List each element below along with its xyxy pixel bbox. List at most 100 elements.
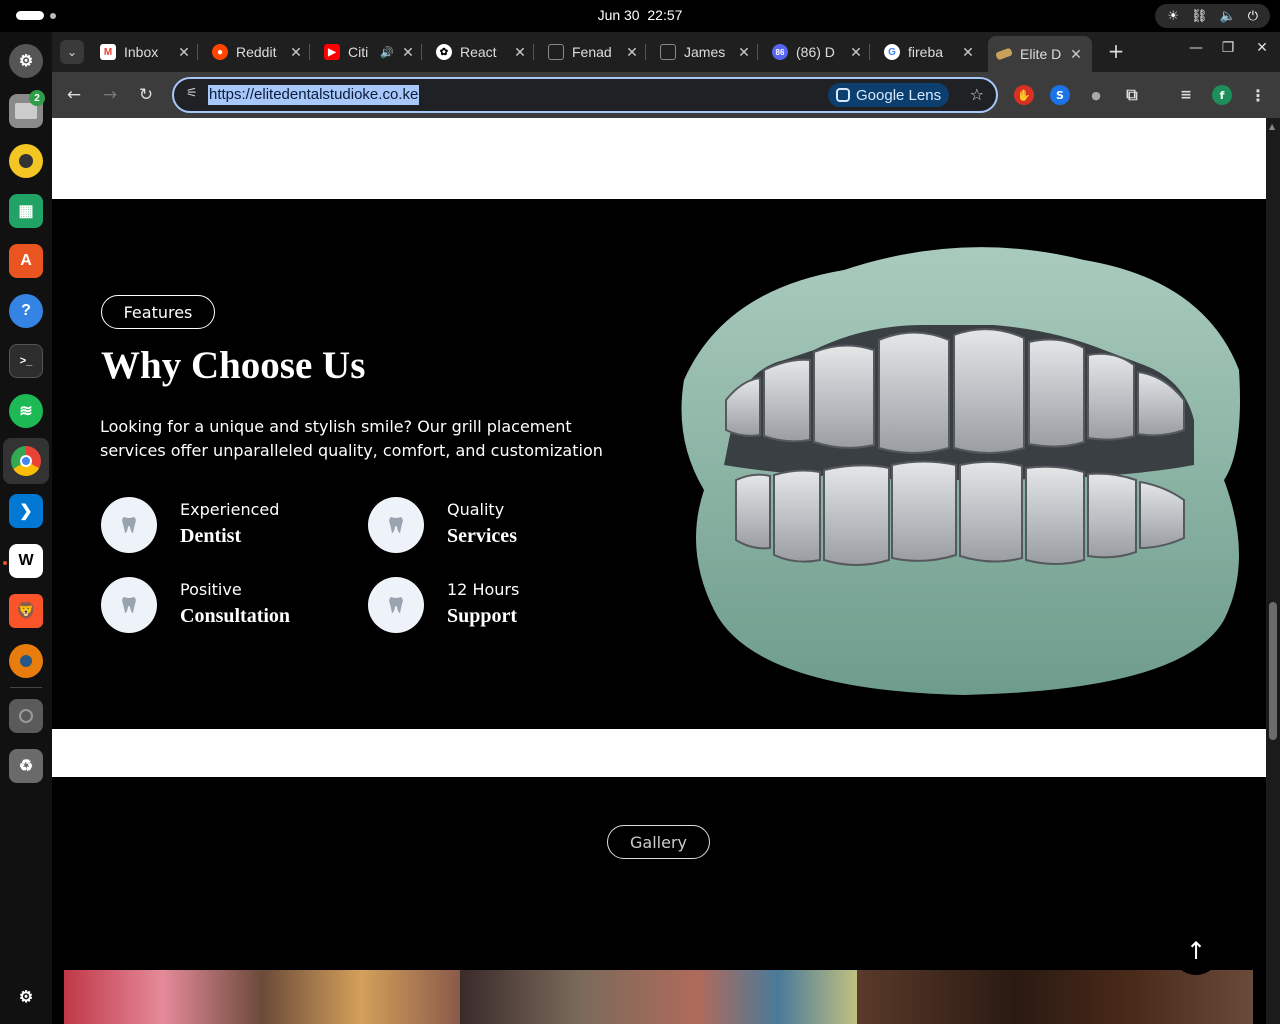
feature-item: 12 Hours Support <box>368 577 618 633</box>
feature-big-text: Dentist <box>180 525 242 547</box>
new-tab-button[interactable]: + <box>1104 40 1128 64</box>
tab-title: Reddit <box>236 44 277 60</box>
rhythmbox-app-icon[interactable] <box>9 144 43 178</box>
tab-reddit[interactable]: ● Reddit ✕ <box>212 36 310 68</box>
files-badge: 2 <box>29 90 45 106</box>
tab-strip: ⌄ M Inbox ✕ ● Reddit ✕ ▶ Citi 🔊 ✕ ✿ Reac… <box>52 32 1280 72</box>
network-icon: ⛓ <box>1191 8 1208 24</box>
google-lens-button[interactable]: Google Lens <box>828 83 950 107</box>
profile-avatar[interactable]: f <box>1212 85 1232 105</box>
tab-search-button[interactable]: ⌄ <box>60 40 84 64</box>
app-center-icon[interactable]: A <box>9 244 43 278</box>
webstorm-app-icon[interactable]: W <box>9 544 43 578</box>
running-indicator <box>3 561 7 565</box>
close-tab-icon[interactable]: ✕ <box>1068 46 1084 63</box>
bookmark-star-icon[interactable]: ☆ <box>970 85 984 104</box>
blender-app-icon[interactable] <box>9 644 43 678</box>
page-icon <box>548 44 564 60</box>
extension-red-icon[interactable]: ✋ <box>1014 85 1034 105</box>
back-button[interactable]: ← <box>61 82 87 108</box>
gallery-image[interactable] <box>460 970 857 1024</box>
feature-small-text: Quality <box>447 500 505 519</box>
close-window-icon[interactable]: ✕ <box>1250 40 1274 56</box>
restore-icon[interactable]: ❐ <box>1216 40 1240 56</box>
feature-item: Positive Consultation <box>101 577 351 633</box>
gallery-image[interactable] <box>64 970 461 1024</box>
gallery-tag: Gallery <box>607 825 710 859</box>
site-info-icon[interactable]: ⚟ <box>186 86 198 101</box>
dock: ⚙ 2 ▦ A ? >_ ≋ ❯ W 🦁 ♻ ⚙ <box>0 32 52 1024</box>
reddit-icon: ● <box>212 44 228 60</box>
menu-kebab-icon[interactable]: ⋮ <box>1248 85 1268 105</box>
tab-title: Fenad <box>572 44 612 60</box>
scroll-to-top-button[interactable]: ↑ <box>1172 927 1220 975</box>
audio-playing-icon[interactable]: 🔊 <box>380 46 394 59</box>
trash-app-icon[interactable]: ♻ <box>9 749 43 783</box>
tab-firebase[interactable]: G fireba ✕ <box>884 36 976 68</box>
show-apps-icon[interactable]: ⚙ <box>9 980 43 1014</box>
spreadsheet-app-icon[interactable]: ▦ <box>9 194 43 228</box>
extension-blue-icon[interactable]: S <box>1050 85 1070 105</box>
white-section-divider <box>52 729 1266 777</box>
volume-icon: 🔈 <box>1219 8 1236 24</box>
dock-separator <box>10 687 42 688</box>
settings-app-icon[interactable]: ⚙ <box>9 44 43 78</box>
tab-title: James <box>684 44 726 60</box>
section-description: Looking for a unique and stylish smile? … <box>100 417 603 460</box>
tab-react[interactable]: ✿ React ✕ <box>436 36 534 68</box>
media-controls-icon[interactable]: ≡ <box>1176 85 1196 105</box>
feature-big-text: Support <box>447 605 518 627</box>
lens-label: Google Lens <box>856 86 942 104</box>
spotify-app-icon[interactable]: ≋ <box>9 394 43 428</box>
address-bar[interactable]: ⚟ https://elitedentalstudioke.co.ke Goog… <box>172 77 998 113</box>
tab-title: React <box>460 44 497 60</box>
close-tab-icon[interactable]: ✕ <box>176 44 192 61</box>
disk-app-icon[interactable] <box>9 699 43 733</box>
section-heading: Why Choose Us <box>101 344 366 387</box>
tab-elite-dental[interactable]: Elite D ✕ <box>988 36 1092 72</box>
tab-fenad[interactable]: Fenad ✕ <box>548 36 646 68</box>
files-app-icon[interactable]: 2 <box>9 90 45 128</box>
scroll-up-icon[interactable]: ▲ <box>1269 122 1275 131</box>
forward-button[interactable]: → <box>97 82 123 108</box>
gmail-icon: M <box>100 44 116 60</box>
system-tray[interactable]: ☀ ⛓ 🔈 ⏻ <box>1155 4 1270 28</box>
chrome-app-icon-active[interactable] <box>3 438 49 484</box>
gallery-grid <box>64 970 1253 1024</box>
page-scrollbar[interactable]: ▲ <box>1266 118 1280 1024</box>
close-tab-icon[interactable]: ✕ <box>848 44 864 61</box>
google-icon: G <box>884 44 900 60</box>
extensions-puzzle-icon[interactable]: ⧉ <box>1122 85 1142 105</box>
feature-small-text: Experienced <box>180 500 280 519</box>
close-tab-icon[interactable]: ✕ <box>736 44 752 61</box>
page-viewport: Features Why Choose Us Looking for a uni… <box>52 118 1266 1024</box>
tab-title: fireba <box>908 44 944 60</box>
reload-button[interactable]: ↻ <box>133 82 159 108</box>
extension-grey-icon[interactable]: ● <box>1086 85 1106 105</box>
terminal-app-icon[interactable]: >_ <box>9 344 43 378</box>
clock[interactable]: Jun 30 22:57 <box>0 7 1280 23</box>
tab-inbox[interactable]: M Inbox ✕ <box>100 36 198 68</box>
tab-citi[interactable]: ▶ Citi 🔊 ✕ <box>324 36 422 68</box>
tooth-icon <box>368 497 424 553</box>
brave-app-icon[interactable]: 🦁 <box>9 594 43 628</box>
clock-time: 22:57 <box>647 7 683 23</box>
feature-small-text: Positive <box>180 580 242 599</box>
tab-title: Citi <box>348 44 369 60</box>
close-tab-icon[interactable]: ✕ <box>960 44 976 61</box>
close-tab-icon[interactable]: ✕ <box>512 44 528 61</box>
close-tab-icon[interactable]: ✕ <box>288 44 304 61</box>
vscode-app-icon[interactable]: ❯ <box>9 494 43 528</box>
gallery-image[interactable] <box>856 970 1253 1024</box>
feature-item: Quality Services <box>368 497 618 553</box>
tooth-icon <box>368 577 424 633</box>
close-tab-icon[interactable]: ✕ <box>400 44 416 61</box>
minimize-icon[interactable]: — <box>1184 40 1208 56</box>
tab-james[interactable]: James ✕ <box>660 36 758 68</box>
scrollbar-thumb[interactable] <box>1269 602 1277 740</box>
url-text[interactable]: https://elitedentalstudioke.co.ke <box>208 85 420 105</box>
tab-discord[interactable]: 86 (86) D ✕ <box>772 36 870 68</box>
close-tab-icon[interactable]: ✕ <box>624 44 640 61</box>
help-app-icon[interactable]: ? <box>9 294 43 328</box>
tab-title: (86) D <box>796 44 835 60</box>
